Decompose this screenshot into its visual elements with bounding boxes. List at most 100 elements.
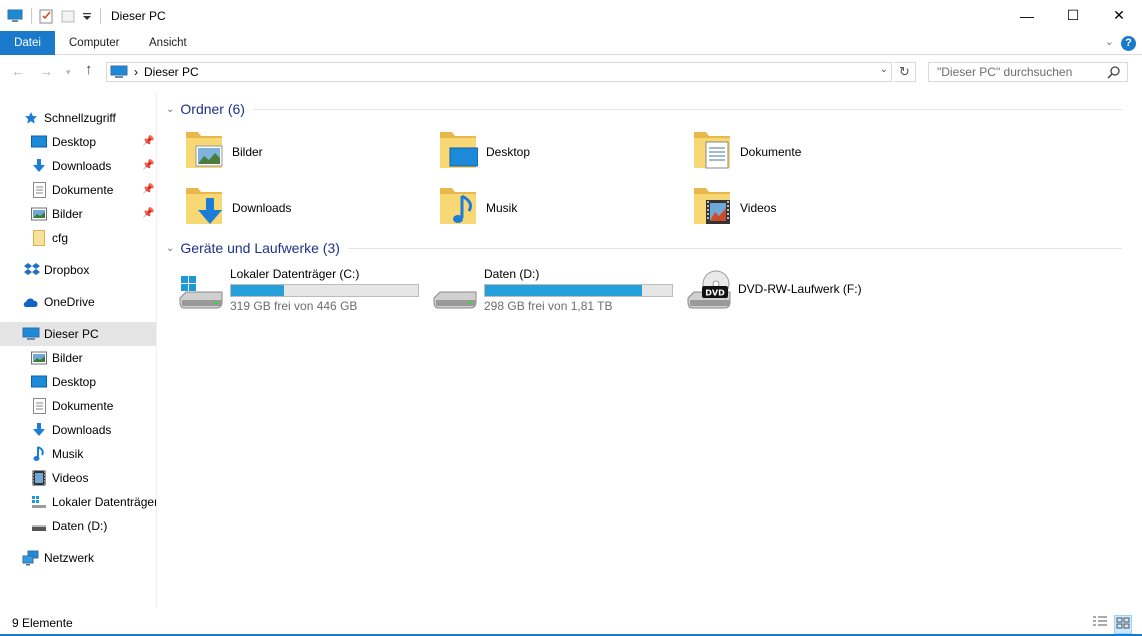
folder-tile-videos[interactable]: Videos [692, 184, 776, 231]
drive-tile-f[interactable]: DVD DVD-RW-Laufwerk (F:) [686, 264, 928, 315]
minimize-button[interactable]: — [1004, 0, 1050, 31]
sidebar-item-bilder[interactable]: Bilder 📌 [0, 202, 156, 226]
close-button[interactable]: ✕ [1096, 0, 1142, 31]
computer-icon [110, 65, 128, 79]
collapse-chevron-icon[interactable]: ⌄ [166, 243, 174, 254]
onedrive-cloud-icon [22, 296, 40, 308]
dropbox-icon [23, 262, 41, 278]
item-count: 9 Elemente [12, 616, 73, 630]
ribbon-tabs: Datei Computer Ansicht ⌄ ? [0, 31, 1142, 55]
folder-tile-desktop[interactable]: Desktop [438, 128, 530, 175]
customize-dropdown-icon[interactable] [82, 8, 92, 24]
tab-computer[interactable]: Computer [55, 31, 134, 55]
breadcrumb-dieser-pc[interactable]: Dieser PC [144, 65, 199, 79]
refresh-button[interactable]: ↻ [894, 62, 916, 82]
folder-tile-bilder[interactable]: Bilder [184, 128, 263, 175]
sidebar-item-dropbox[interactable]: Dropbox [0, 258, 156, 282]
tab-ansicht[interactable]: Ansicht [135, 31, 201, 55]
search-icon[interactable] [1107, 65, 1121, 82]
properties-icon[interactable] [38, 8, 54, 24]
sidebar-item-onedrive[interactable]: OneDrive [0, 290, 156, 314]
sidebar-item-pc-bilder[interactable]: Bilder [0, 346, 156, 370]
drive-free-space: 298 GB frei von 1,81 TB [484, 299, 613, 313]
group-header-ordner[interactable]: ⌄ Ordner (6) [166, 101, 1122, 117]
videos-folder-icon [692, 184, 732, 231]
expand-ribbon-chevron-icon[interactable]: ⌄ [1105, 35, 1114, 48]
desktop-icon [31, 135, 47, 149]
drive-info: Lokaler Datenträger (C:) 319 GB frei von… [230, 264, 420, 315]
pane-divider[interactable] [156, 92, 157, 608]
maximize-button[interactable]: ☐ [1050, 0, 1096, 31]
pin-icon[interactable]: 📌 [142, 184, 154, 195]
folder-tile-musik[interactable]: Musik [438, 184, 517, 231]
sidebar-item-label: Lokaler Datenträger [52, 495, 156, 509]
help-icon[interactable]: ? [1121, 36, 1136, 51]
sidebar-item-pc-lokaler-datentraeger[interactable]: Lokaler Datenträger [0, 490, 156, 514]
sidebar-item-dieser-pc[interactable]: Dieser PC [0, 322, 156, 346]
sidebar-item-pc-musik[interactable]: Musik [0, 442, 156, 466]
downloads-folder-icon [184, 184, 224, 231]
folder-tile-dokumente[interactable]: Dokumente [692, 128, 801, 175]
tiles-view-icon[interactable] [1114, 615, 1132, 634]
folder-label: Musik [486, 200, 518, 215]
sidebar-item-downloads[interactable]: Downloads 📌 [0, 154, 156, 178]
drive-label: Lokaler Datenträger (C:) [230, 267, 360, 281]
breadcrumb-separator[interactable]: › [134, 65, 138, 79]
sidebar-item-label: Musik [52, 447, 84, 461]
drive-info: DVD-RW-Laufwerk (F:) [738, 264, 928, 315]
drive-info: Daten (D:) 298 GB frei von 1,81 TB [484, 264, 674, 315]
sidebar-item-pc-desktop[interactable]: Desktop [0, 370, 156, 394]
folder-label: Bilder [232, 144, 263, 159]
computer-icon[interactable] [7, 8, 23, 24]
recent-locations-chevron-icon[interactable]: ▾ [66, 67, 71, 78]
sidebar-item-desktop[interactable]: Desktop 📌 [0, 130, 156, 154]
tab-datei[interactable]: Datei [0, 31, 55, 55]
search-box[interactable]: "Dieser PC" durchsuchen [928, 62, 1128, 82]
drive-usage-bar [230, 284, 419, 297]
address-bar[interactable]: › Dieser PC ⌄ [106, 62, 892, 82]
sidebar-item-schnellzugriff[interactable]: Schnellzugriff [0, 106, 156, 130]
dvd-logo-text: DVD [705, 289, 725, 298]
sidebar-item-cfg[interactable]: cfg [0, 226, 156, 250]
sidebar-item-label: Dokumente [52, 183, 114, 197]
group-divider [347, 247, 1122, 249]
drive-usage-bar [484, 284, 673, 297]
sidebar-item-label: Dieser PC [44, 327, 99, 341]
sidebar-item-label: Downloads [52, 159, 112, 173]
desktop-icon [31, 375, 47, 389]
sidebar-item-pc-downloads[interactable]: Downloads [0, 418, 156, 442]
new-folder-icon[interactable] [60, 8, 76, 24]
network-icon [22, 550, 40, 566]
drive-tile-c[interactable]: Lokaler Datenträger (C:) 319 GB frei von… [178, 264, 420, 315]
forward-arrow-icon[interactable]: → [39, 63, 53, 79]
folder-label: Downloads [232, 200, 292, 215]
drive-icon [432, 264, 478, 315]
window-title: Dieser PC [111, 8, 166, 23]
status-bar: 9 Elemente [0, 612, 1142, 634]
drive-free-space: 319 GB frei von 446 GB [230, 299, 358, 313]
folder-tile-downloads[interactable]: Downloads [184, 184, 291, 231]
drive-windows-icon [178, 264, 224, 315]
drive-tile-d[interactable]: Daten (D:) 298 GB frei von 1,81 TB [432, 264, 674, 315]
sidebar-item-label: Dokumente [52, 399, 114, 413]
music-icon [33, 446, 46, 462]
sidebar-item-pc-dokumente[interactable]: Dokumente [0, 394, 156, 418]
group-header-geraete[interactable]: ⌄ Geräte und Laufwerke (3) [166, 240, 1122, 256]
back-arrow-icon[interactable]: ← [11, 63, 25, 79]
pin-icon[interactable]: 📌 [142, 208, 154, 219]
sidebar-item-netzwerk[interactable]: Netzwerk [0, 546, 156, 570]
sidebar-item-pc-videos[interactable]: Videos [0, 466, 156, 490]
collapse-chevron-icon[interactable]: ⌄ [166, 104, 174, 115]
drive-usage-fill [485, 285, 642, 296]
window-controls: — ☐ ✕ [1004, 0, 1142, 31]
up-arrow-icon[interactable]: ↑ [85, 61, 93, 78]
sidebar-item-pc-daten[interactable]: Daten (D:) [0, 514, 156, 538]
view-switcher [1092, 615, 1132, 634]
address-dropdown-icon[interactable]: ⌄ [880, 64, 888, 75]
details-view-icon[interactable] [1092, 615, 1108, 634]
sidebar-item-dokumente[interactable]: Dokumente 📌 [0, 178, 156, 202]
pin-icon[interactable]: 📌 [142, 136, 154, 147]
pin-icon[interactable]: 📌 [142, 160, 154, 171]
sidebar-item-label: Bilder [52, 351, 83, 365]
sidebar-item-label: Downloads [52, 423, 112, 437]
